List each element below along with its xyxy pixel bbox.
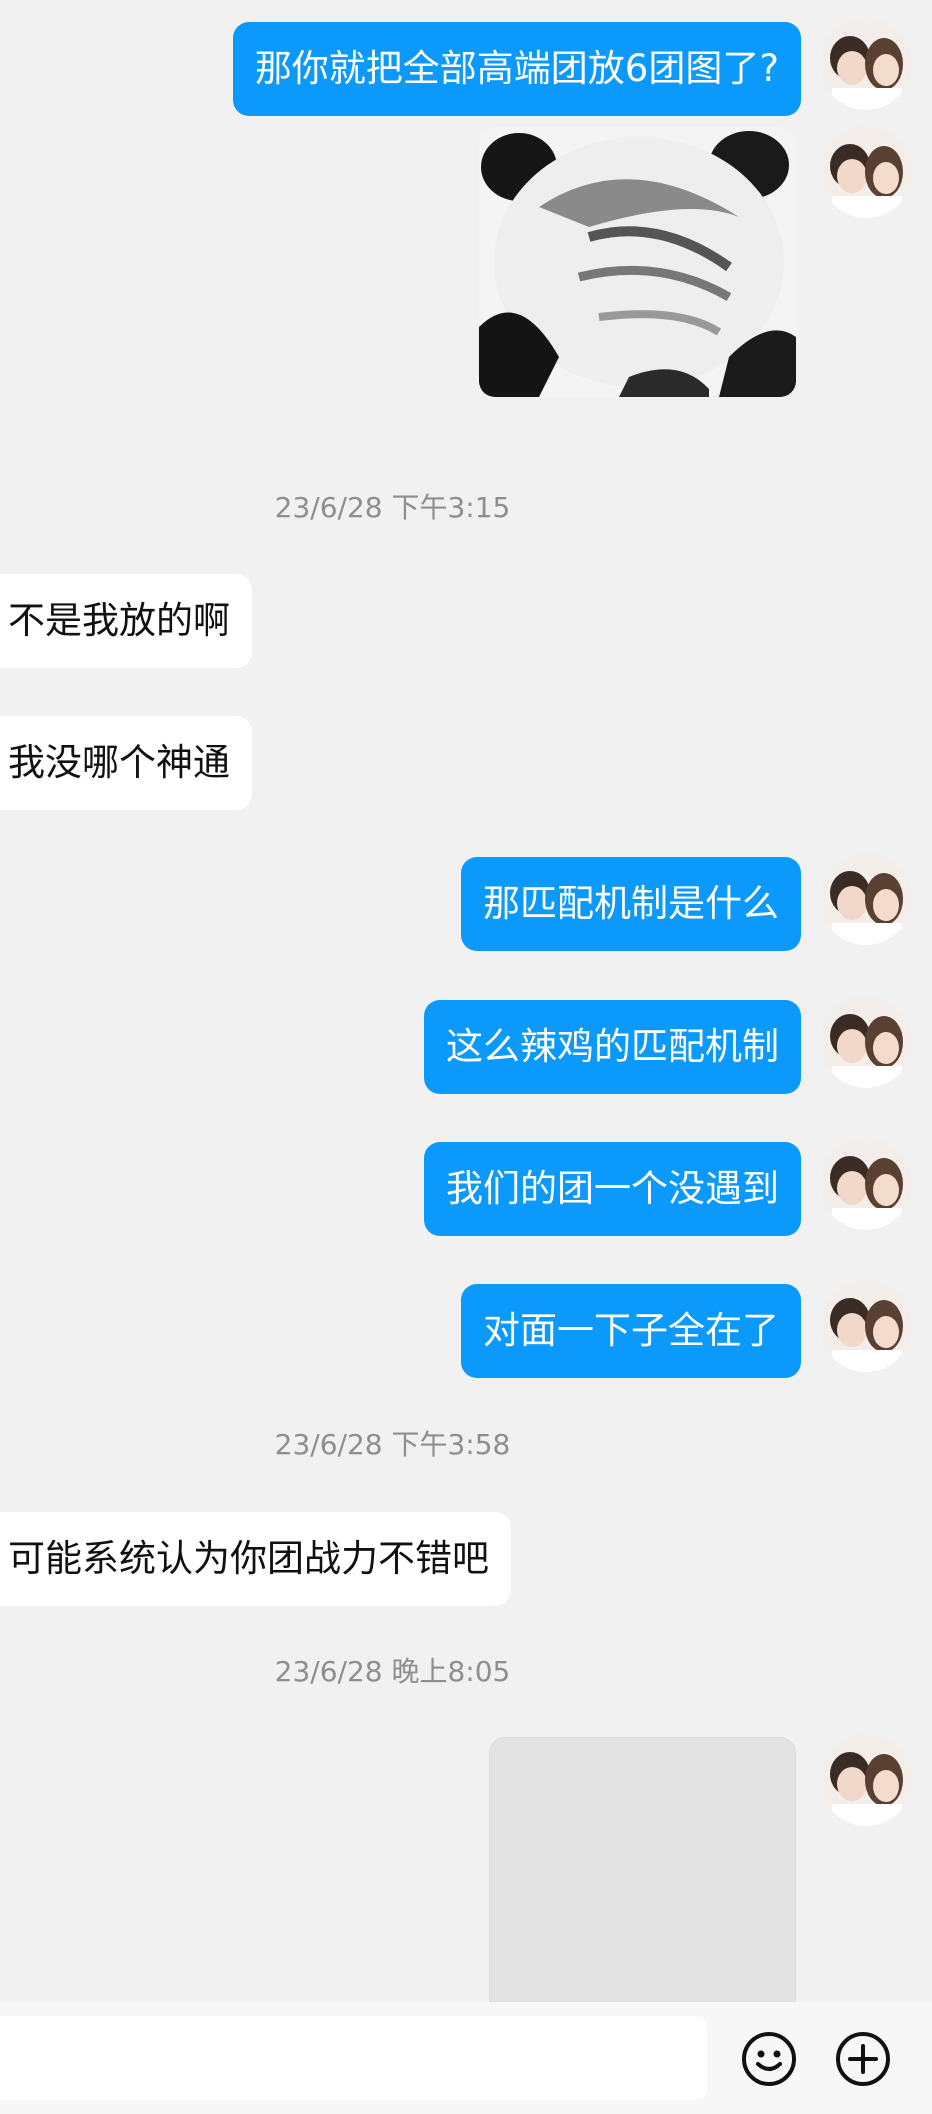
message-text: 那匹配机制是什么 bbox=[483, 882, 779, 925]
outgoing-message-bubble[interactable]: 这么辣鸡的匹配机制 bbox=[424, 1000, 801, 1094]
user-avatar[interactable] bbox=[820, 1138, 912, 1230]
timestamp: 23/6/28 下午3:15 bbox=[274, 491, 511, 524]
panda-meme-icon bbox=[479, 127, 796, 397]
outgoing-message-bubble[interactable]: 那匹配机制是什么 bbox=[461, 857, 801, 951]
avatar-photo-icon bbox=[820, 126, 912, 218]
smiley-icon bbox=[742, 2032, 796, 2086]
message-row: 我们的团一个没遇到 bbox=[0, 1138, 932, 1236]
message-row bbox=[0, 1734, 932, 2057]
message-row: 我没哪个神通 bbox=[0, 716, 932, 810]
message-text: 可能系统认为你团战力不错吧 bbox=[8, 1537, 489, 1580]
panda-sticker-image[interactable] bbox=[479, 127, 796, 397]
outgoing-message-bubble[interactable]: 我们的团一个没遇到 bbox=[424, 1142, 801, 1236]
message-text: 我没哪个神通 bbox=[8, 741, 230, 784]
incoming-message-bubble[interactable]: 不是我放的啊 bbox=[0, 574, 252, 668]
message-row: 对面一下子全在了 bbox=[0, 1280, 932, 1378]
message-text: 那你就把全部高端团放6团图了? bbox=[254, 47, 779, 90]
message-row: 不是我放的啊 bbox=[0, 574, 932, 668]
message-input[interactable] bbox=[0, 2016, 707, 2100]
user-avatar[interactable] bbox=[820, 853, 912, 945]
avatar-photo-icon bbox=[820, 1734, 912, 1826]
chat-message-list[interactable]: 那你就把全部高端团放6团图了? 23/6/28 下午3:15 不是我放的啊 我没… bbox=[0, 0, 932, 2057]
avatar-photo-icon bbox=[820, 1138, 912, 1230]
timestamp: 23/6/28 下午3:58 bbox=[274, 1428, 511, 1461]
avatar-photo-icon bbox=[820, 853, 912, 945]
incoming-message-bubble[interactable]: 我没哪个神通 bbox=[0, 716, 252, 810]
message-text: 我们的团一个没遇到 bbox=[446, 1167, 779, 1210]
avatar-photo-icon bbox=[820, 996, 912, 1088]
message-text: 不是我放的啊 bbox=[8, 599, 230, 642]
user-avatar[interactable] bbox=[820, 1734, 912, 1826]
outgoing-message-bubble[interactable]: 对面一下子全在了 bbox=[461, 1284, 801, 1378]
message-row: 那匹配机制是什么 bbox=[0, 853, 932, 951]
message-row: 可能系统认为你团战力不错吧 bbox=[0, 1512, 932, 1606]
user-avatar[interactable] bbox=[820, 1280, 912, 1372]
avatar-photo-icon bbox=[820, 18, 912, 110]
message-text: 这么辣鸡的匹配机制 bbox=[446, 1025, 779, 1068]
message-text: 对面一下子全在了 bbox=[483, 1309, 779, 1352]
avatar-photo-icon bbox=[820, 1280, 912, 1372]
outgoing-message-bubble[interactable]: 那你就把全部高端团放6团图了? bbox=[232, 22, 801, 116]
timestamp: 23/6/28 晚上8:05 bbox=[274, 1655, 511, 1688]
emoji-button[interactable] bbox=[741, 2031, 797, 2087]
message-row bbox=[0, 126, 932, 397]
message-row: 这么辣鸡的匹配机制 bbox=[0, 996, 932, 1094]
user-avatar[interactable] bbox=[820, 996, 912, 1088]
user-avatar[interactable] bbox=[820, 18, 912, 110]
plus-circle-icon bbox=[836, 2032, 890, 2086]
message-input-bar bbox=[0, 2002, 932, 2114]
user-avatar[interactable] bbox=[820, 126, 912, 218]
more-options-button[interactable] bbox=[835, 2031, 891, 2087]
message-row: 那你就把全部高端团放6团图了? bbox=[0, 18, 932, 118]
incoming-message-bubble[interactable]: 可能系统认为你团战力不错吧 bbox=[0, 1512, 511, 1606]
